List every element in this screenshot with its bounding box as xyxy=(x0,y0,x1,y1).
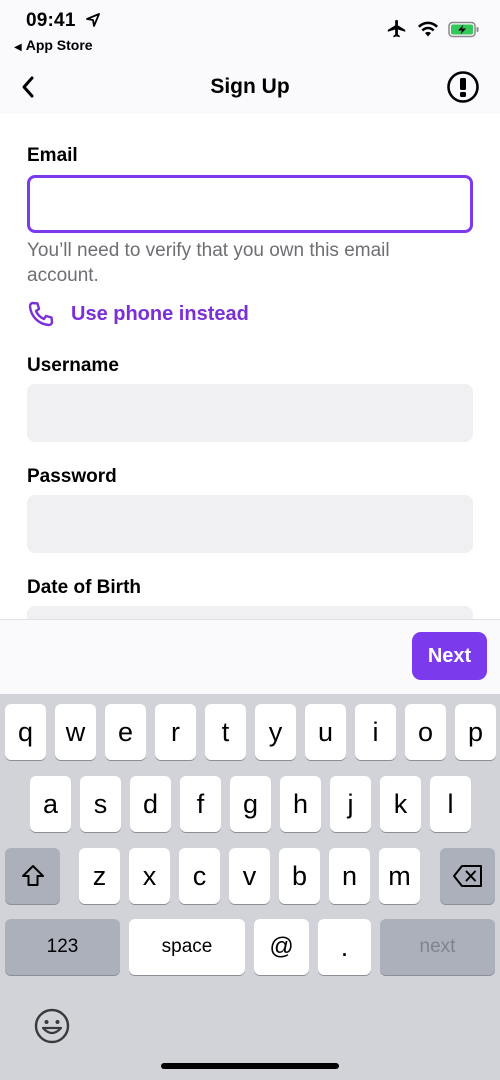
status-time: 09:41 xyxy=(26,10,76,31)
key-v[interactable]: v xyxy=(229,848,270,904)
use-phone-instead-label: Use phone instead xyxy=(71,302,249,325)
date-of-birth-label: Date of Birth xyxy=(27,577,141,598)
key-f[interactable]: f xyxy=(180,776,221,832)
status-bar: 09:41 ◀ App Store xyxy=(0,0,500,60)
at-key[interactable]: @ xyxy=(254,919,309,975)
home-indicator xyxy=(161,1063,339,1069)
shift-icon xyxy=(21,865,44,886)
key-p[interactable]: p xyxy=(455,704,496,760)
email-helper-text: You’ll need to verify that you own this … xyxy=(27,240,390,286)
email-input[interactable] xyxy=(27,175,473,233)
key-m[interactable]: m xyxy=(379,848,420,904)
page-title: Sign Up xyxy=(210,75,290,98)
delete-key[interactable] xyxy=(440,848,495,904)
key-r[interactable]: r xyxy=(155,704,196,760)
key-o[interactable]: o xyxy=(405,704,446,760)
phone-icon xyxy=(28,301,54,327)
nav-bar: Sign Up xyxy=(0,62,500,114)
info-circle-icon[interactable] xyxy=(446,70,480,104)
space-key[interactable]: space xyxy=(129,919,245,975)
email-label: Email xyxy=(27,145,78,166)
key-j[interactable]: j xyxy=(330,776,371,832)
keyboard-accessory-bar: Next xyxy=(0,619,500,694)
keyboard: qwertyuiop asdfghjkl zxcvbnm 123 space @… xyxy=(0,694,500,1080)
key-b[interactable]: b xyxy=(279,848,320,904)
return-next-key[interactable]: next xyxy=(380,919,495,975)
key-z[interactable]: z xyxy=(79,848,120,904)
key-c[interactable]: c xyxy=(179,848,220,904)
sign-up-form: Email You’ll need to verify that you own… xyxy=(0,114,500,619)
date-of-birth-input[interactable] xyxy=(27,606,473,619)
key-e[interactable]: e xyxy=(105,704,146,760)
wifi-icon xyxy=(418,21,438,37)
key-h[interactable]: h xyxy=(280,776,321,832)
key-u[interactable]: u xyxy=(305,704,346,760)
password-input[interactable] xyxy=(27,495,473,553)
dot-key[interactable]: . xyxy=(318,919,371,975)
key-l[interactable]: l xyxy=(430,776,471,832)
use-phone-instead-link[interactable]: Use phone instead xyxy=(27,300,249,328)
emoji-icon[interactable] xyxy=(32,1006,72,1046)
key-t[interactable]: t xyxy=(205,704,246,760)
key-a[interactable]: a xyxy=(30,776,71,832)
password-label: Password xyxy=(27,466,117,487)
key-g[interactable]: g xyxy=(230,776,271,832)
back-triangle-icon: ◀ xyxy=(14,42,22,53)
next-button[interactable]: Next xyxy=(412,632,487,680)
numbers-key[interactable]: 123 xyxy=(5,919,120,975)
key-i[interactable]: i xyxy=(355,704,396,760)
key-s[interactable]: s xyxy=(80,776,121,832)
backspace-icon xyxy=(452,865,482,887)
battery-charging-icon xyxy=(448,21,479,37)
key-w[interactable]: w xyxy=(55,704,96,760)
key-x[interactable]: x xyxy=(129,848,170,904)
key-q[interactable]: q xyxy=(5,704,46,760)
key-k[interactable]: k xyxy=(380,776,421,832)
back-app-label: App Store xyxy=(25,37,93,53)
location-arrow-icon xyxy=(86,13,100,27)
airplane-icon xyxy=(387,19,406,38)
shift-key[interactable] xyxy=(5,848,60,904)
back-to-app-store-link[interactable]: ◀ App Store xyxy=(14,37,93,53)
key-y[interactable]: y xyxy=(255,704,296,760)
status-icons xyxy=(386,18,480,40)
username-input[interactable] xyxy=(27,384,473,442)
key-n[interactable]: n xyxy=(329,848,370,904)
username-label: Username xyxy=(27,355,119,376)
key-d[interactable]: d xyxy=(130,776,171,832)
